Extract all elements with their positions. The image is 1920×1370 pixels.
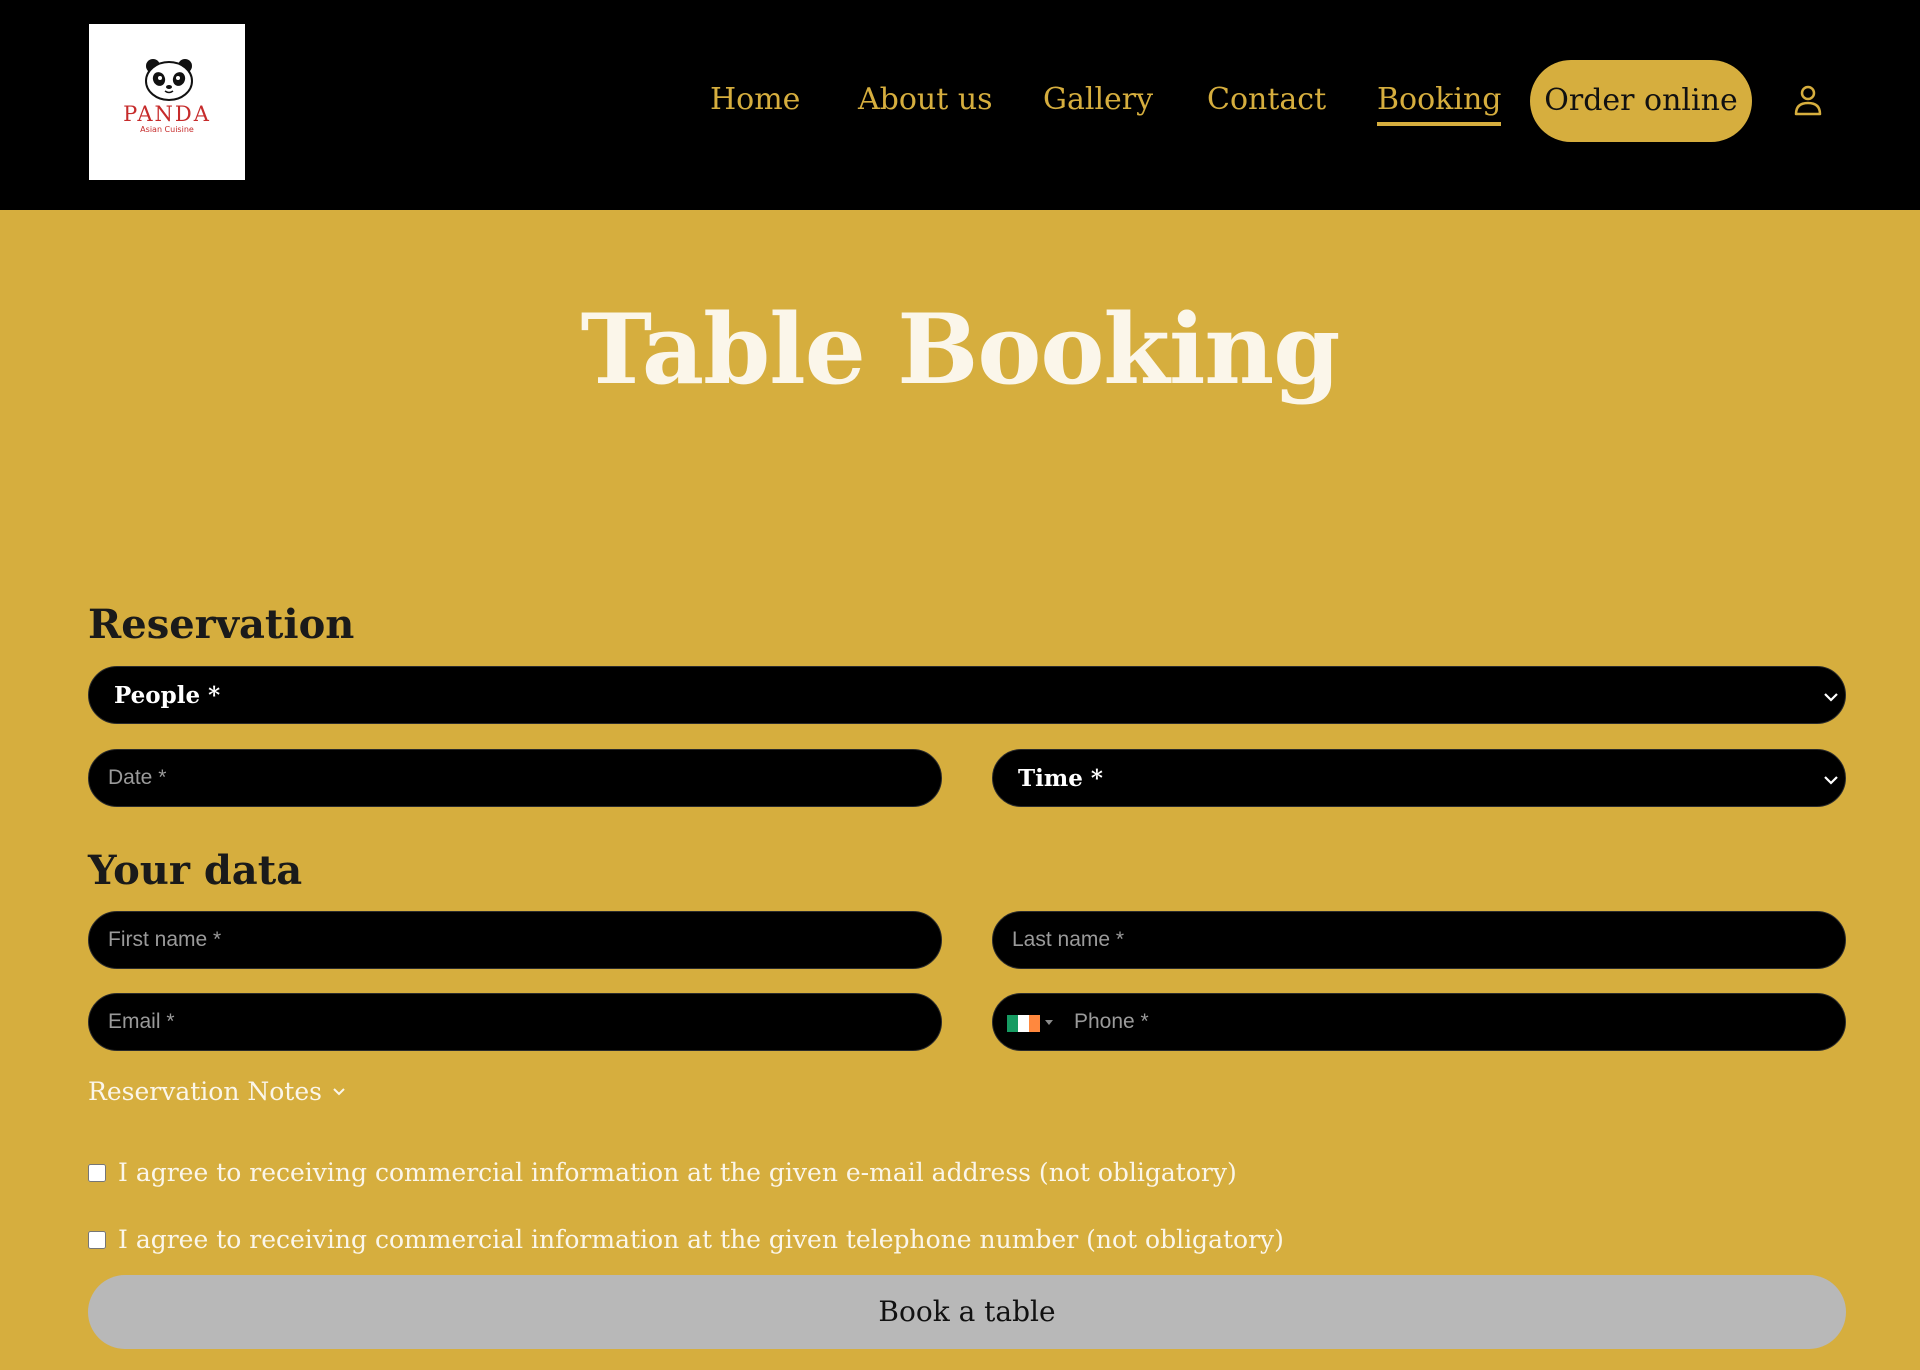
phone-consent-label: I agree to receiving commercial informat… — [118, 1225, 1284, 1254]
phone-consent-checkbox[interactable] — [88, 1231, 106, 1249]
order-online-button[interactable]: Order online — [1530, 60, 1752, 142]
chevron-down-icon[interactable] — [330, 1083, 348, 1101]
email-consent-label: I agree to receiving commercial informat… — [118, 1158, 1237, 1187]
people-select[interactable]: People * — [88, 666, 1846, 724]
date-field[interactable] — [88, 749, 942, 807]
first-name-input[interactable] — [89, 912, 941, 968]
nav-contact[interactable]: Contact — [1207, 80, 1326, 120]
phone-input[interactable] — [993, 994, 1845, 1050]
chevron-down-icon — [1824, 693, 1838, 702]
time-select-label: Time * — [1018, 765, 1103, 792]
chevron-down-icon — [1824, 776, 1838, 785]
nav-booking[interactable]: Booking — [1377, 80, 1502, 126]
reservation-heading: Reservation — [88, 601, 355, 648]
email-field[interactable] — [88, 993, 942, 1051]
date-input[interactable] — [89, 750, 941, 806]
your-data-heading: Your data — [88, 847, 303, 894]
phone-field[interactable] — [992, 993, 1846, 1051]
nav-about-us[interactable]: About us — [858, 80, 993, 120]
ireland-flag-icon[interactable] — [1007, 1015, 1040, 1032]
last-name-field[interactable] — [992, 911, 1846, 969]
email-input[interactable] — [89, 994, 941, 1050]
people-select-label: People * — [114, 682, 221, 709]
first-name-field[interactable] — [88, 911, 942, 969]
time-select[interactable]: Time * — [992, 749, 1846, 807]
last-name-input[interactable] — [993, 912, 1845, 968]
book-table-button[interactable]: Book a table — [88, 1275, 1846, 1349]
user-icon[interactable] — [1793, 84, 1823, 116]
main-nav: Home About us Gallery Contact Booking Or… — [0, 0, 1920, 200]
email-consent-checkbox[interactable] — [88, 1164, 106, 1182]
reservation-notes-toggle[interactable]: Reservation Notes — [88, 1075, 322, 1109]
country-caret-icon[interactable] — [1045, 1020, 1053, 1025]
nav-gallery[interactable]: Gallery — [1043, 80, 1153, 120]
site-header: PANDA Asian Cuisine Home About us Galler… — [0, 0, 1920, 210]
page-title: Table Booking — [580, 293, 1341, 406]
nav-home[interactable]: Home — [710, 80, 800, 120]
